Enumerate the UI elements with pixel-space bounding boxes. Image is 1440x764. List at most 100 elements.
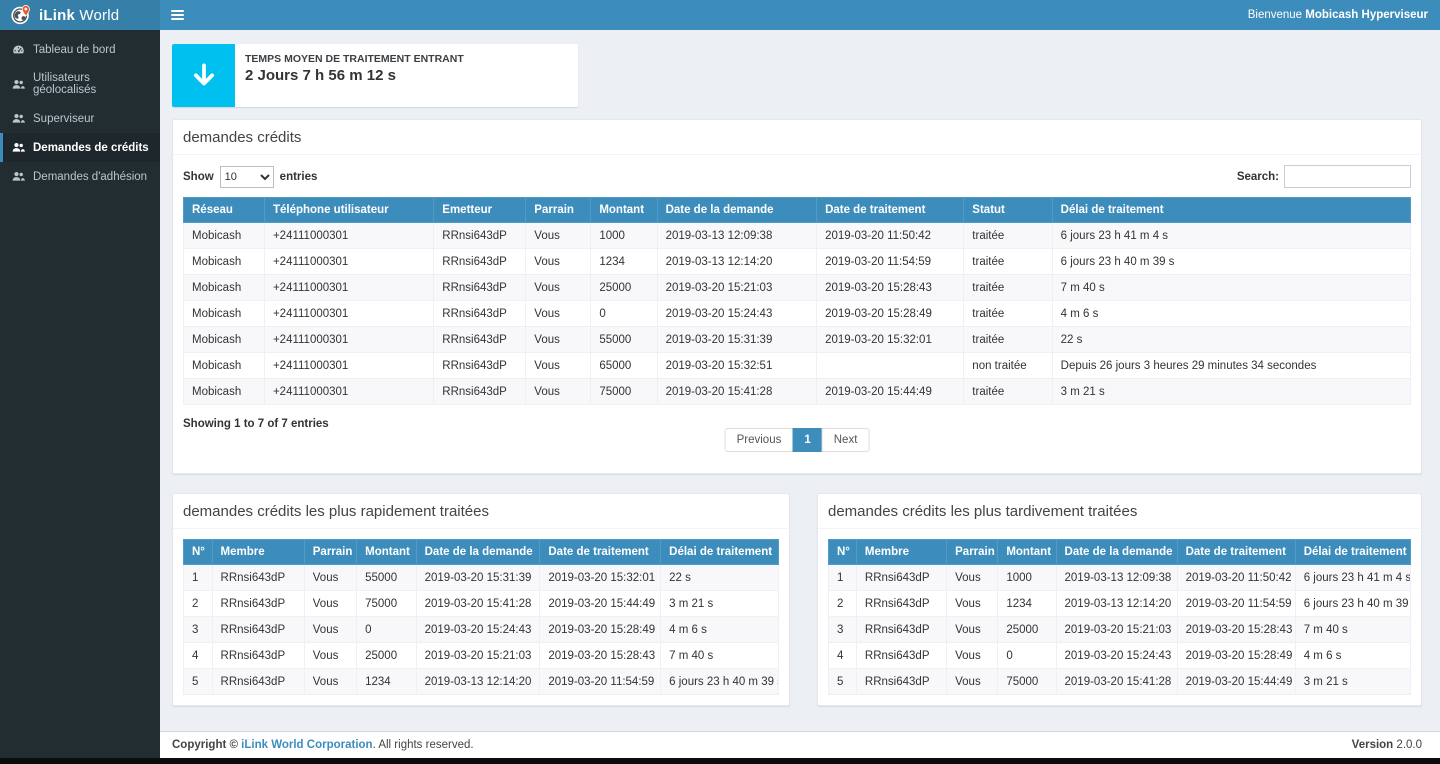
column-header[interactable]: Date de la demande <box>1056 540 1177 565</box>
table-cell: 2019-03-20 15:24:43 <box>1056 643 1177 669</box>
column-header[interactable]: Membre <box>856 540 946 565</box>
column-header[interactable]: Parrain <box>526 198 591 223</box>
company-link[interactable]: iLink World Corporation <box>241 739 372 751</box>
sidebar-toggle-button[interactable] <box>160 0 194 30</box>
column-header[interactable]: Date de la demande <box>416 540 540 565</box>
globe-pin-logo-icon <box>10 4 32 26</box>
table-cell: 2 <box>184 591 213 617</box>
table-cell: Vous <box>526 327 591 353</box>
table-cell: +24111000301 <box>264 327 433 353</box>
users-icon <box>12 170 25 183</box>
table-cell: traitée <box>964 223 1052 249</box>
users-icon <box>12 141 25 154</box>
column-header[interactable]: Parrain <box>947 540 998 565</box>
table-cell: 2019-03-20 15:31:39 <box>657 327 817 353</box>
table-row: Mobicash+24111000301RRnsi643dPVous250002… <box>184 275 1411 301</box>
column-header[interactable]: Membre <box>212 540 304 565</box>
table-cell: Vous <box>526 249 591 275</box>
table-cell: 4 m 6 s <box>1295 643 1410 669</box>
table-cell: Vous <box>947 591 998 617</box>
column-header[interactable]: Montant <box>357 540 417 565</box>
table-cell: RRnsi643dP <box>856 591 946 617</box>
table-cell: RRnsi643dP <box>212 643 304 669</box>
column-header[interactable]: Montant <box>591 198 657 223</box>
main-content: TEMPS MOYEN DE TRAITEMENT ENTRANT 2 Jour… <box>160 30 1440 731</box>
column-header[interactable]: Date de traitement <box>1177 540 1295 565</box>
table-cell: 4 m 6 s <box>661 617 779 643</box>
table-cell: +24111000301 <box>264 353 433 379</box>
table-cell: Vous <box>304 643 356 669</box>
table-cell: RRnsi643dP <box>856 643 946 669</box>
credits-table-body: Mobicash+24111000301RRnsi643dPVous100020… <box>184 223 1411 405</box>
table-cell: 3 m 21 s <box>1052 379 1410 405</box>
entries-select[interactable]: 10 <box>220 166 274 188</box>
table-cell: +24111000301 <box>264 223 433 249</box>
sidebar-item-demandes-de-credits[interactable]: Demandes de crédits <box>0 133 160 162</box>
table-cell: Vous <box>947 565 998 591</box>
search-label: Search: <box>1237 171 1279 183</box>
table-row: Mobicash+24111000301RRnsi643dPVous550002… <box>184 327 1411 353</box>
search-input[interactable] <box>1284 165 1411 188</box>
table-cell: 2019-03-20 15:32:01 <box>817 327 964 353</box>
table-cell: RRnsi643dP <box>434 275 526 301</box>
bottom-edge-strip <box>0 758 1440 764</box>
column-header[interactable]: Emetteur <box>434 198 526 223</box>
table-cell: 3 m 21 s <box>661 591 779 617</box>
pagination-next-button[interactable]: Next <box>822 428 870 452</box>
hamburger-icon <box>171 10 184 12</box>
column-header[interactable]: N° <box>829 540 857 565</box>
column-header[interactable]: Parrain <box>304 540 356 565</box>
table-cell: RRnsi643dP <box>212 565 304 591</box>
table-row: Mobicash+24111000301RRnsi643dPVous650002… <box>184 353 1411 379</box>
column-header[interactable]: Date de traitement <box>817 198 964 223</box>
table-cell: Vous <box>304 565 356 591</box>
column-header[interactable]: Montant <box>998 540 1056 565</box>
table-cell: traitée <box>964 327 1052 353</box>
table-cell: 5 <box>184 669 213 695</box>
table-cell: 0 <box>591 301 657 327</box>
table-cell: 1234 <box>998 591 1056 617</box>
column-header[interactable]: N° <box>184 540 213 565</box>
sidebar-item-utilisateurs-geolocalises[interactable]: Utilisateurs géolocalisés <box>0 64 160 104</box>
table-cell: 22 s <box>1052 327 1410 353</box>
table-cell: 2019-03-20 15:31:39 <box>416 565 540 591</box>
sidebar-item-label: Tableau de bord <box>33 44 115 56</box>
table-cell: 1 <box>829 565 857 591</box>
table-cell: non traitée <box>964 353 1052 379</box>
table-cell: Vous <box>304 617 356 643</box>
column-header[interactable]: Délai de traitement <box>1052 198 1410 223</box>
table-cell: Vous <box>526 379 591 405</box>
table-cell: 2019-03-20 15:44:49 <box>817 379 964 405</box>
sidebar-item-demandes-d-adhesion[interactable]: Demandes d'adhésion <box>0 162 160 191</box>
pagination-page-1-button[interactable]: 1 <box>792 428 822 452</box>
column-header[interactable]: Téléphone utilisateur <box>264 198 433 223</box>
page-footer: Copyright © iLink World Corporation. All… <box>160 731 1440 758</box>
credits-panel: demandes crédits Show 10 entries Search: <box>172 119 1422 474</box>
arrow-down-icon <box>172 44 235 107</box>
table-cell: 7 m 40 s <box>1295 617 1410 643</box>
column-header[interactable]: Date de traitement <box>540 540 661 565</box>
pagination-previous-button[interactable]: Previous <box>725 428 794 452</box>
sidebar-item-tableau-de-bord[interactable]: Tableau de bord <box>0 35 160 64</box>
table-cell: Vous <box>947 669 998 695</box>
column-header[interactable]: Délai de traitement <box>1295 540 1410 565</box>
copyright-text: Copyright © iLink World Corporation. All… <box>172 739 474 751</box>
users-icon <box>12 78 25 91</box>
dashboard-icon <box>12 43 25 56</box>
sidebar-item-label: Demandes d'adhésion <box>33 171 147 183</box>
stat-card-temps-moyen: TEMPS MOYEN DE TRAITEMENT ENTRANT 2 Jour… <box>172 44 578 107</box>
table-cell: 2019-03-20 15:28:43 <box>1177 617 1295 643</box>
column-header[interactable]: Délai de traitement <box>661 540 779 565</box>
table-cell: 2019-03-20 15:28:49 <box>540 617 661 643</box>
table-cell: RRnsi643dP <box>212 591 304 617</box>
brand-logo[interactable]: iLink World <box>0 0 160 30</box>
users-icon <box>12 112 25 125</box>
table-row: Mobicash+24111000301RRnsi643dPVous02019-… <box>184 301 1411 327</box>
sidebar-item-superviseur[interactable]: Superviseur <box>0 104 160 133</box>
column-header[interactable]: Réseau <box>184 198 265 223</box>
table-cell: RRnsi643dP <box>434 379 526 405</box>
column-header[interactable]: Statut <box>964 198 1052 223</box>
column-header[interactable]: Date de la demande <box>657 198 817 223</box>
table-row: 3RRnsi643dPVous02019-03-20 15:24:432019-… <box>184 617 779 643</box>
credits-table: RéseauTéléphone utilisateurEmetteurParra… <box>183 197 1411 405</box>
